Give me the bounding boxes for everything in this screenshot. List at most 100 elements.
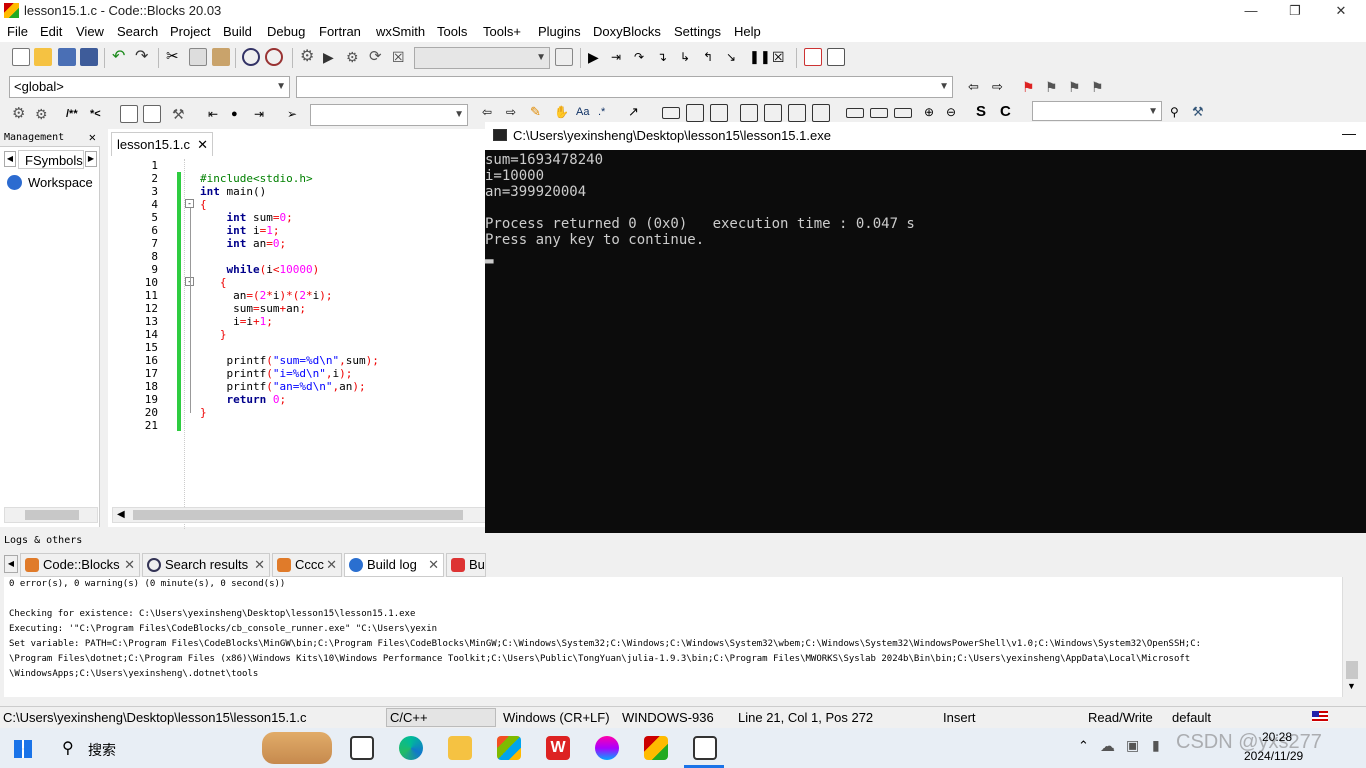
font-icon[interactable]: Aa (576, 104, 594, 122)
new-file-icon[interactable] (12, 48, 30, 66)
search-symbol-icon[interactable]: ⚲ (1170, 104, 1188, 122)
sizer2-icon[interactable] (764, 104, 782, 122)
search-tag-icon[interactable]: ➢ (287, 105, 305, 123)
jump-forward-icon[interactable]: ⇨ (992, 78, 1010, 96)
maximize-icon[interactable]: ❐ (1272, 0, 1318, 22)
menu-tools[interactable]: Tools (437, 24, 467, 39)
menu-fortran[interactable]: Fortran (319, 24, 361, 39)
workspace-item[interactable]: Workspace (28, 175, 93, 190)
close-tab-icon[interactable]: ✕ (326, 554, 337, 576)
task-view-icon[interactable] (350, 736, 374, 760)
nav-back-icon[interactable]: ⇦ (482, 104, 500, 122)
grid-icon[interactable] (686, 104, 704, 122)
step-into-icon[interactable]: ↳ (680, 48, 698, 66)
replace-icon[interactable] (265, 48, 283, 66)
save-all-icon[interactable] (80, 48, 98, 66)
button-widget-icon[interactable] (846, 108, 864, 118)
function-select[interactable]: ▼ (296, 76, 953, 98)
scrollbar-thumb[interactable] (1346, 661, 1358, 679)
menu-build[interactable]: Build (223, 24, 252, 39)
bookmark-next-icon[interactable]: ⚑ (1068, 78, 1086, 96)
management-hscrollbar[interactable] (4, 507, 98, 523)
stop-debug-icon[interactable]: ☒ (772, 48, 790, 66)
menu-project[interactable]: Project (170, 24, 210, 39)
tab-build-messages[interactable]: Bu (446, 553, 486, 577)
menu-search[interactable]: Search (117, 24, 158, 39)
cut-icon[interactable]: ✂ (166, 48, 184, 66)
bookmark-prev-icon[interactable]: ⚑ (1045, 78, 1063, 96)
debug-windows-icon[interactable] (804, 48, 822, 66)
sizer4-icon[interactable] (812, 104, 830, 122)
tab-lesson15-1-c[interactable]: lesson15.1.c ✕ (111, 132, 213, 156)
menu-debug[interactable]: Debug (267, 24, 305, 39)
next-instruction-icon[interactable]: ↴ (657, 48, 675, 66)
clock-time[interactable]: 20:28 (1262, 730, 1292, 744)
console-minimize-icon[interactable]: — (1342, 125, 1356, 141)
undo-icon[interactable]: ↶ (112, 48, 130, 66)
menu-help[interactable]: Help (734, 24, 761, 39)
close-tab-icon[interactable]: ✕ (254, 554, 265, 576)
prev-bookmark-icon[interactable]: ⇤ (208, 105, 226, 123)
tab-build-log[interactable]: Build log ✕ (344, 553, 444, 577)
paste-icon[interactable] (212, 48, 230, 66)
editor-hscrollbar[interactable]: ◀ (112, 507, 486, 523)
step-instruction-icon[interactable]: ↘ (726, 48, 744, 66)
pause-icon[interactable]: ❚❚ (749, 48, 771, 66)
cloud-icon[interactable]: ☁ (1100, 737, 1115, 755)
rebuild-icon[interactable]: ⟳ (369, 48, 387, 66)
button3-widget-icon[interactable] (894, 108, 912, 118)
tab-codeblocks-log[interactable]: Code::Blocks ✕ (20, 553, 140, 577)
step-out-icon[interactable]: ↰ (703, 48, 721, 66)
bookmark-clear-icon[interactable]: ⚑ (1091, 78, 1109, 96)
abort-icon[interactable]: ☒ (392, 48, 410, 66)
tab-left-arrow-icon[interactable]: ◀ (4, 151, 16, 167)
battery-icon[interactable]: ▮ (1152, 737, 1160, 754)
find-icon[interactable] (242, 48, 260, 66)
close-icon[interactable]: ✕ (1318, 0, 1364, 22)
close-panel-icon[interactable]: ✕ (89, 130, 96, 144)
menu-plugins[interactable]: Plugins (538, 24, 581, 39)
clock-date[interactable]: 2024/11/29 (1244, 749, 1303, 763)
wps-icon[interactable]: W (546, 736, 570, 760)
nav-forward-icon[interactable]: ⇨ (506, 104, 524, 122)
bookmark-toggle-icon[interactable]: ⚑ (1022, 78, 1040, 96)
menu-file[interactable]: File (7, 24, 28, 39)
hand-icon[interactable]: ✋ (554, 104, 572, 122)
minimize-icon[interactable]: — (1228, 0, 1274, 22)
target-options-icon[interactable] (555, 48, 573, 66)
close-tab-icon[interactable]: ✕ (428, 554, 439, 576)
fold-marker-icon[interactable]: - (185, 199, 194, 208)
wrench-icon[interactable]: ⚒ (172, 105, 190, 123)
highlight-icon[interactable]: ✎ (530, 104, 548, 122)
menu-edit[interactable]: Edit (40, 24, 62, 39)
sizer-icon[interactable] (740, 104, 758, 122)
scroll-left-icon[interactable]: ◀ (117, 509, 125, 520)
doc-help-icon[interactable] (143, 105, 161, 123)
run-settings-icon[interactable]: ⚙ (35, 105, 53, 123)
chevron-up-icon[interactable]: ⌃ (1078, 738, 1089, 754)
menu-tools-plus[interactable]: Tools+ (483, 24, 521, 39)
scrollbar-thumb[interactable] (133, 510, 463, 520)
scope-select[interactable]: <global> ▼ (9, 76, 290, 98)
settings-wrench-icon[interactable]: ⚒ (1192, 104, 1210, 122)
redo-icon[interactable]: ↷ (135, 48, 153, 66)
tab-cccc[interactable]: Cccc ✕ (272, 553, 342, 577)
jump-back-icon[interactable]: ⇦ (968, 78, 986, 96)
menu-view[interactable]: View (76, 24, 104, 39)
copy-icon[interactable] (189, 48, 207, 66)
tab-search-results[interactable]: Search results ✕ (142, 553, 270, 577)
symbol-select[interactable]: ▼ (1032, 101, 1162, 121)
debug-info-icon[interactable] (827, 48, 845, 66)
menu-doxyblocks[interactable]: DoxyBlocks (593, 24, 661, 39)
scrollbar-thumb[interactable] (25, 510, 79, 520)
run-icon[interactable]: ▶ (323, 48, 341, 66)
pointer-icon[interactable]: ↗ (628, 104, 646, 122)
run-to-cursor-icon[interactable]: ⇥ (611, 48, 629, 66)
tab-right-arrow-icon[interactable]: ▶ (85, 151, 97, 167)
close-tab-icon[interactable]: ✕ (197, 137, 208, 153)
dot-star-icon[interactable]: .* (598, 104, 616, 122)
build-gear-icon[interactable]: ⚙ (300, 48, 318, 66)
code-area[interactable]: - - 1 2 3 4 5 6 7 8 9 10 11 12 13 14 15 … (112, 159, 486, 529)
save-icon[interactable] (58, 48, 76, 66)
console-task-icon[interactable] (693, 736, 717, 760)
